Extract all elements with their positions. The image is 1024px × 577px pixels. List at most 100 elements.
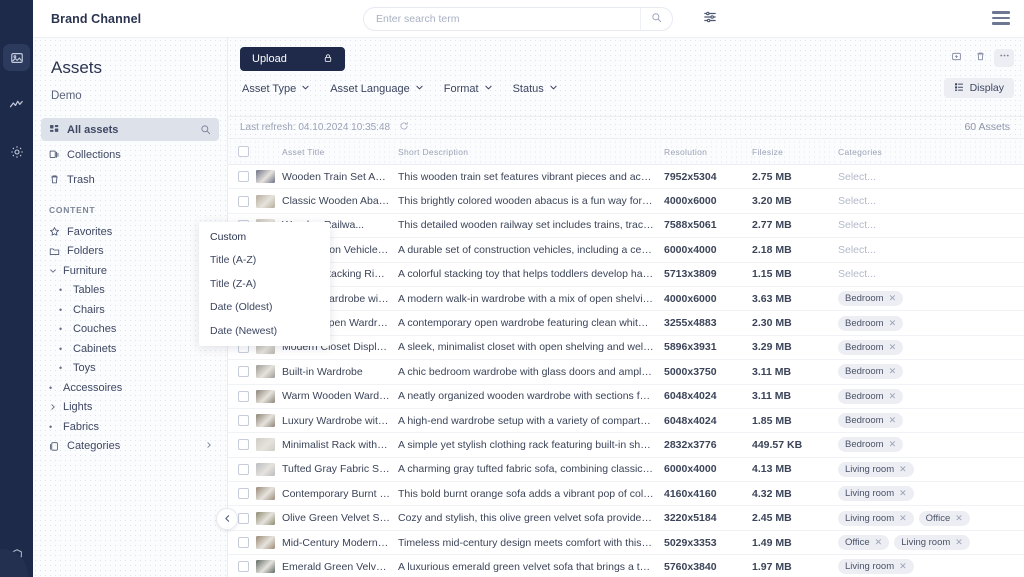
category-select-placeholder[interactable]: Select...: [838, 219, 876, 231]
asset-categories-cell[interactable]: Living room ✕: [838, 457, 1024, 483]
table-row[interactable]: Walk-in Wardrobe with ... A modern walk-i…: [228, 286, 1024, 312]
asset-categories-cell[interactable]: Bedroom ✕: [838, 408, 1024, 434]
category-select-placeholder[interactable]: Select...: [838, 268, 876, 280]
remove-category-icon[interactable]: ✕: [875, 537, 883, 548]
remove-category-icon[interactable]: ✕: [899, 513, 907, 524]
remove-category-icon[interactable]: ✕: [899, 488, 907, 499]
search-bar[interactable]: [363, 7, 673, 31]
asset-title-cell[interactable]: Classic Wooden Abacus: [282, 188, 398, 214]
search-button[interactable]: [640, 8, 672, 30]
asset-title-cell[interactable]: Minimalist Rack with C...: [282, 432, 398, 458]
category-tag[interactable]: Bedroom ✕: [838, 437, 904, 453]
table-row[interactable]: Construction Vehicle Pl...A durable set …: [228, 237, 1024, 263]
asset-title-cell[interactable]: Emerald Green Velvet S...: [282, 554, 398, 577]
table-row[interactable]: Minimalist Rack with C... A simple yet st…: [228, 432, 1024, 458]
asset-categories-cell[interactable]: Select...: [838, 164, 1024, 190]
asset-categories-cell[interactable]: Bedroom ✕: [838, 384, 1024, 409]
row-checkbox[interactable]: [238, 366, 249, 378]
asset-title-cell[interactable]: Built-in Wardrobe: [282, 359, 398, 385]
refresh-button[interactable]: [399, 121, 409, 134]
row-checkbox[interactable]: [238, 195, 249, 207]
asset-categories-cell[interactable]: Bedroom ✕: [838, 310, 1024, 336]
asset-categories-cell[interactable]: Bedroom ✕: [838, 359, 1024, 385]
remove-category-icon[interactable]: ✕: [889, 391, 897, 402]
table-row[interactable]: Classic Wooden Abacus This brightly color…: [228, 188, 1024, 214]
asset-search-icon[interactable]: [200, 124, 211, 135]
asset-categories-cell[interactable]: Bedroom ✕: [838, 286, 1024, 312]
table-row[interactable]: Wooden Train Set Adve... This wooden trai…: [228, 164, 1024, 190]
asset-title-cell[interactable]: Luxury Wardrobe with ...: [282, 408, 398, 434]
row-checkbox[interactable]: [238, 171, 249, 183]
table-row[interactable]: Olive Green Velvet Sofa Cozy and stylish,…: [228, 505, 1024, 531]
tree-item-accessoires[interactable]: • Accessoires: [41, 378, 219, 398]
tree-item-folders[interactable]: Folders: [41, 242, 219, 262]
facet-asset-language[interactable]: Asset Language: [330, 83, 424, 95]
tree-item-tables[interactable]: • Tables: [41, 281, 219, 301]
asset-title-cell[interactable]: Olive Green Velvet Sofa: [282, 505, 398, 531]
asset-title-cell[interactable]: Contemporary Burnt O...: [282, 481, 398, 507]
tree-item-favorites[interactable]: Favorites: [41, 222, 219, 242]
table-row[interactable]: Modern Open Wardrobe ...A contemporary o…: [228, 310, 1024, 336]
add-to-collection-button[interactable]: [946, 49, 966, 67]
tree-item-categories[interactable]: Categories: [41, 437, 219, 457]
table-row[interactable]: Built-in Wardrobe A chic bedroom wardrobe…: [228, 359, 1024, 385]
tree-item-couches[interactable]: • Couches: [41, 320, 219, 340]
row-checkbox[interactable]: [238, 439, 249, 451]
sort-option-date-oldest[interactable]: Date (Oldest): [199, 296, 330, 320]
asset-title-cell[interactable]: Wooden Train Set Adve...: [282, 164, 398, 190]
asset-title-cell[interactable]: Mid-Century Modern Le...: [282, 530, 398, 556]
sort-option-date-newest[interactable]: Date (Newest): [199, 319, 330, 343]
category-select-placeholder[interactable]: Select...: [838, 244, 876, 256]
rail-item-settings[interactable]: [3, 138, 30, 165]
category-tag[interactable]: Living room ✕: [838, 559, 914, 575]
category-select-placeholder[interactable]: Select...: [838, 195, 876, 207]
chevron-right-icon[interactable]: [205, 440, 213, 452]
category-tag[interactable]: Living room ✕: [838, 510, 914, 526]
asset-categories-cell[interactable]: Select...: [838, 188, 1024, 214]
category-tag[interactable]: Bedroom ✕: [838, 315, 904, 331]
tree-item-toys[interactable]: • Toys: [41, 359, 219, 379]
category-tag[interactable]: Living room ✕: [894, 535, 970, 551]
table-row[interactable]: Wooden Railwa...This detailed wooden rai…: [228, 213, 1024, 239]
asset-categories-cell[interactable]: Office ✕ Living room ✕: [838, 530, 1024, 556]
sort-option-title-asc[interactable]: Title (A-Z): [199, 249, 330, 273]
table-row[interactable]: Emerald Green Velvet S... A luxurious eme…: [228, 554, 1024, 577]
asset-categories-cell[interactable]: Living room ✕: [838, 554, 1024, 577]
row-checkbox[interactable]: [238, 390, 249, 402]
remove-category-icon[interactable]: ✕: [889, 318, 897, 329]
advanced-filter-button[interactable]: [703, 10, 717, 29]
tree-item-chairs[interactable]: • Chairs: [41, 300, 219, 320]
remove-category-icon[interactable]: ✕: [889, 415, 897, 426]
sidebar-item-trash[interactable]: Trash: [41, 168, 219, 191]
display-settings-button[interactable]: Display: [943, 78, 1014, 98]
table-row[interactable]: Contemporary Burnt O... This bold burnt o…: [228, 481, 1024, 507]
asset-categories-cell[interactable]: Living room ✕ Office ✕: [838, 505, 1024, 531]
remove-category-icon[interactable]: ✕: [889, 342, 897, 353]
category-tag[interactable]: Bedroom ✕: [838, 388, 904, 404]
table-row[interactable]: Luxury Wardrobe with ... A high-end wardr…: [228, 408, 1024, 434]
search-input[interactable]: [364, 13, 640, 25]
asset-categories-cell[interactable]: Select...: [838, 213, 1024, 239]
tree-item-fabrics[interactable]: • Fabrics: [41, 417, 219, 437]
table-row[interactable]: Warm Wooden Wardro... A neatly organized …: [228, 384, 1024, 409]
table-row[interactable]: Mid-Century Modern Le... Timeless mid-cen…: [228, 530, 1024, 556]
rail-item-assets[interactable]: [3, 44, 30, 71]
facet-asset-type[interactable]: Asset Type: [242, 83, 310, 95]
rail-item-analytics[interactable]: [3, 91, 30, 118]
rail-item-help[interactable]: [0, 548, 33, 567]
sidebar-item-collections[interactable]: Collections: [41, 143, 219, 166]
row-checkbox[interactable]: [238, 512, 249, 524]
asset-title-cell[interactable]: Warm Wooden Wardro...: [282, 384, 398, 409]
table-row[interactable]: Tufted Gray Fabric Sofa A charming gray t…: [228, 457, 1024, 483]
column-header-filesize[interactable]: Filesize: [752, 138, 838, 165]
category-tag[interactable]: Bedroom ✕: [838, 339, 904, 355]
asset-categories-cell[interactable]: Select...: [838, 237, 1024, 263]
tree-item-cabinets[interactable]: • Cabinets: [41, 339, 219, 359]
row-checkbox[interactable]: [238, 561, 249, 573]
facet-format[interactable]: Format: [444, 83, 493, 95]
asset-categories-cell[interactable]: Bedroom ✕: [838, 335, 1024, 361]
remove-category-icon[interactable]: ✕: [889, 366, 897, 377]
select-all-checkbox[interactable]: [238, 146, 249, 157]
category-tag[interactable]: Bedroom ✕: [838, 413, 904, 429]
sidebar-item-all-assets[interactable]: All assets: [41, 118, 219, 141]
